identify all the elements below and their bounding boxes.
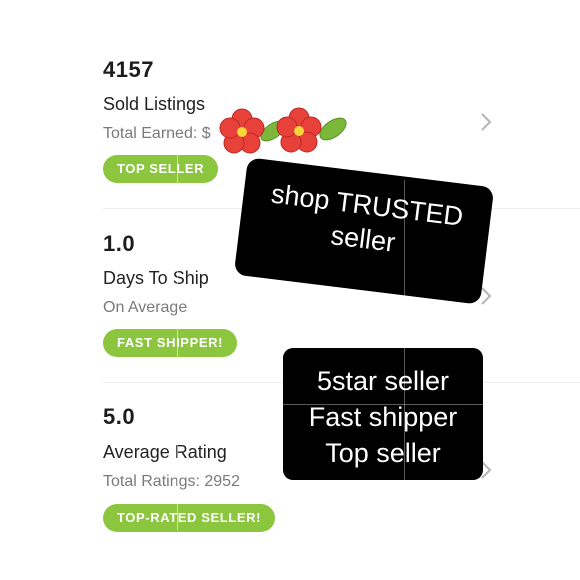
trusted-seller-sticker: shop TRUSTED seller xyxy=(233,157,495,305)
editor-guide-horizontal xyxy=(283,404,483,405)
editor-guide-vertical xyxy=(404,180,405,480)
stat-title: Days To Ship xyxy=(103,268,209,288)
stat-value: 1.0 xyxy=(103,231,136,256)
status-badge: TOP-RATED SELLER! xyxy=(103,504,276,532)
sticker-line: Top seller xyxy=(325,438,441,468)
flower-icon xyxy=(276,107,322,153)
stat-subtitle: Total Ratings: 2952 xyxy=(103,473,240,490)
status-badge: FAST SHIPPER! xyxy=(103,329,238,357)
flower-icon xyxy=(219,108,265,154)
seller-summary-sticker: 5star seller Fast shipper Top seller xyxy=(283,348,483,480)
stat-subtitle: On Average xyxy=(103,299,188,316)
stat-title: Average Rating xyxy=(103,442,227,462)
editor-guide-vertical xyxy=(177,150,178,530)
stat-value: 5.0 xyxy=(103,404,136,429)
sticker-line: 5star seller xyxy=(316,366,450,396)
flower-sticker xyxy=(219,107,347,154)
